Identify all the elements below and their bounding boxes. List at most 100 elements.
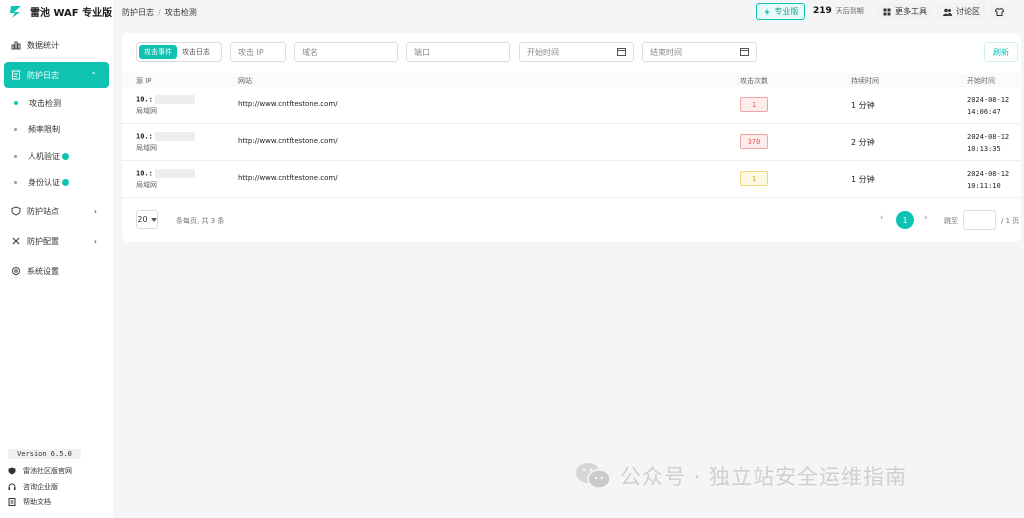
sidebar-item-label: 防护日志	[27, 70, 59, 80]
sidebar-item-sites[interactable]: 防护站点 ›	[4, 198, 109, 224]
shirt-button[interactable]	[990, 3, 1009, 20]
chevron-right-icon: ›	[93, 206, 97, 216]
breadcrumb-parent[interactable]: 防护日志	[122, 8, 154, 17]
app-name: 雷池 WAF 专业版	[30, 8, 113, 19]
jump-page-input[interactable]	[963, 210, 996, 230]
next-page-icon[interactable]: ›	[924, 213, 928, 223]
sidebar-sub-label: 频率限制	[28, 124, 60, 134]
page-size-value: 20	[137, 215, 148, 224]
dot-icon	[14, 127, 17, 131]
sidebar-item-protection-log[interactable]: 防护日志 ⌃	[4, 62, 109, 88]
pro-badge-icon	[62, 152, 69, 160]
port-input[interactable]: 端口	[406, 42, 510, 62]
doc-icon	[8, 498, 16, 506]
domain-input[interactable]: 域名	[294, 42, 398, 62]
calendar-icon	[617, 48, 626, 56]
start-time-input[interactable]: 开始时间	[519, 42, 634, 62]
breadcrumb: 防护日志 / 攻击检测	[122, 7, 197, 18]
sidebar-item-label: 系统设置	[27, 266, 59, 276]
footer-link-enterprise[interactable]: 咨询企业版	[8, 482, 58, 492]
dot-icon	[14, 154, 17, 158]
refresh-button[interactable]: 刷新	[984, 42, 1018, 62]
tab-attack-events[interactable]: 攻击事件	[139, 45, 177, 59]
attack-ip-input[interactable]: 攻击 IP	[230, 42, 286, 62]
footer-link-label: 帮助文档	[23, 498, 51, 506]
duration: 2 分钟	[851, 138, 875, 147]
attack-count-badge: 1	[740, 97, 768, 112]
attack-events-card: 攻击事件 攻击日志 攻击 IP 域名 端口 开始时间 结束时间 刷新 源 IP …	[122, 33, 1021, 242]
tab-attack-logs[interactable]: 攻击日志	[177, 45, 215, 59]
attack-count-badge: 1	[740, 171, 768, 186]
wechat-icon	[576, 463, 611, 489]
source-ip: 10.:	[136, 132, 195, 141]
sidebar: 雷池 WAF 专业版 数据统计 防护日志 ⌃ 攻击检测 频率限制 人机验证 身份…	[0, 0, 113, 518]
bar-chart-icon	[11, 40, 21, 50]
start-time: 2024-08-12 14:06:47	[967, 96, 1010, 116]
sidebar-sub-label: 攻击检测	[29, 98, 61, 108]
port-placeholder: 端口	[414, 47, 430, 57]
dot-icon	[14, 180, 17, 184]
pro-edition-button[interactable]: 专业版	[756, 3, 805, 20]
sidebar-item-label: 防护配置	[27, 236, 59, 246]
attack-ip-placeholder: 攻击 IP	[238, 47, 264, 57]
grid-icon	[883, 8, 891, 15]
pagination-summary: 条每页, 共 3 条	[176, 217, 225, 225]
app-logo[interactable]: 雷池 WAF 专业版	[8, 4, 112, 19]
sidebar-sub-captcha[interactable]: 人机验证	[0, 146, 113, 166]
footer-link-label: 雷池社区版官网	[23, 467, 72, 475]
start-time: 2024-08-12 10:13:35	[967, 133, 1010, 153]
days-number: 219	[813, 6, 832, 16]
ip-location: 局域网	[136, 107, 157, 115]
active-dot-icon	[14, 101, 18, 105]
sidebar-sub-auth[interactable]: 身份认证	[0, 172, 113, 192]
footer-link-label: 咨询企业版	[23, 483, 58, 491]
page-1-button[interactable]: 1	[896, 211, 914, 229]
col-attack-count: 攻击次数	[740, 77, 768, 85]
tools-icon	[11, 236, 21, 246]
pro-edition-label: 专业版	[774, 7, 799, 16]
domain-placeholder: 域名	[302, 47, 318, 57]
col-start-time: 开始时间	[967, 77, 995, 85]
sidebar-item-label: 数据统计	[27, 40, 59, 50]
sidebar-item-settings[interactable]: 系统设置	[4, 258, 109, 284]
shirt-icon	[995, 7, 1004, 16]
table-row[interactable]: 10.: 局域网 http://www.cntftestone.com/ 1 1…	[122, 87, 1021, 124]
footer-link-docs[interactable]: 帮助文档	[8, 497, 51, 507]
breadcrumb-current: 攻击检测	[164, 8, 197, 17]
sidebar-sub-rate-limit[interactable]: 频率限制	[0, 119, 113, 139]
prev-page-icon[interactable]: ‹	[880, 213, 884, 223]
pro-badge-icon	[62, 178, 69, 186]
start-time: 2024-08-12 10:11:10	[967, 170, 1010, 190]
sidebar-sub-label: 人机验证	[28, 151, 60, 161]
site-url: http://www.cntftestone.com/	[238, 137, 338, 145]
site-url: http://www.cntftestone.com/	[238, 100, 338, 108]
sidebar-item-stats[interactable]: 数据统计	[4, 32, 109, 58]
duration: 1 分钟	[851, 175, 875, 184]
chevron-up-icon: ⌃	[90, 70, 97, 80]
footer-link-community[interactable]: 雷池社区版官网	[8, 466, 72, 476]
version-label: Version 6.5.0	[8, 449, 81, 459]
license-days: 219 天后到期	[813, 6, 864, 16]
sidebar-sub-attack-detection[interactable]: 攻击检测	[0, 93, 113, 113]
more-tools-label: 更多工具	[895, 7, 927, 16]
users-icon	[943, 8, 952, 16]
attack-count-badge: 370	[740, 134, 768, 149]
table-row[interactable]: 10.: 局域网 http://www.cntftestone.com/ 1 1…	[122, 161, 1021, 198]
sidebar-item-config[interactable]: 防护配置 ›	[4, 228, 109, 254]
calendar-icon	[740, 48, 749, 56]
table-row[interactable]: 10.: 局域网 http://www.cntftestone.com/ 370…	[122, 124, 1021, 161]
more-tools-button[interactable]: 更多工具	[877, 3, 933, 20]
page-size-select[interactable]: 20	[136, 210, 158, 229]
end-time-input[interactable]: 结束时间	[642, 42, 757, 62]
duration: 1 分钟	[851, 101, 875, 110]
watermark: 公众号 · 独立站安全运维指南	[574, 461, 907, 491]
forum-button[interactable]: 讨论区	[937, 3, 986, 20]
forum-label: 讨论区	[956, 7, 980, 16]
chevron-right-icon: ›	[93, 236, 97, 246]
site-url: http://www.cntftestone.com/	[238, 174, 338, 182]
col-duration: 持续时间	[851, 77, 879, 85]
source-ip: 10.:	[136, 169, 195, 178]
jump-label: 跳至	[944, 217, 958, 225]
caret-down-icon	[150, 217, 157, 222]
headset-icon	[8, 483, 16, 490]
